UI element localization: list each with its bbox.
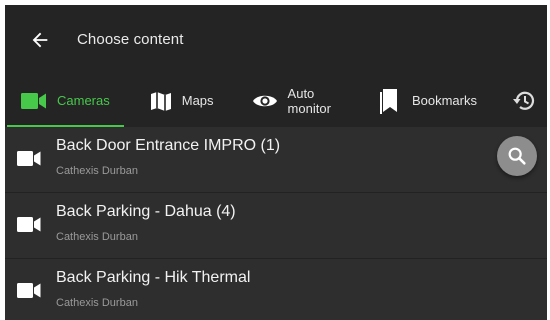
map-icon	[150, 90, 172, 112]
camera-site: Cathexis Durban	[56, 165, 138, 177]
tab-history[interactable]	[511, 74, 547, 127]
tab-cameras[interactable]: Cameras	[7, 74, 124, 127]
page-title: Choose content	[77, 31, 184, 48]
list-item[interactable]: Back Parking - Hik Thermal Cathexis Durb…	[5, 259, 547, 320]
app-window: Choose content Cameras Maps Auto monitor…	[5, 5, 547, 320]
tab-label: Maps	[181, 93, 214, 108]
video-camera-icon	[17, 282, 41, 304]
tab-label: Cameras	[57, 93, 110, 108]
list-item[interactable]: Back Parking - Dahua (4) Cathexis Durban	[5, 193, 547, 259]
camera-site: Cathexis Durban	[56, 297, 138, 309]
camera-name: Back Door Entrance IMPRO (1)	[56, 137, 281, 154]
bookmark-icon	[378, 88, 402, 114]
top-app-bar: Choose content	[5, 5, 547, 74]
tab-bookmarks[interactable]: Bookmarks	[378, 74, 477, 127]
video-camera-icon	[17, 150, 41, 172]
tab-label: Auto monitor	[287, 85, 331, 116]
video-camera-icon	[17, 216, 41, 238]
video-camera-icon	[21, 92, 47, 110]
camera-name: Back Parking - Hik Thermal	[56, 269, 251, 286]
arrow-left-icon	[32, 32, 48, 47]
history-icon	[511, 90, 537, 112]
camera-site: Cathexis Durban	[56, 231, 138, 243]
tab-auto-monitor[interactable]: Auto monitor	[252, 74, 344, 127]
camera-name: Back Parking - Dahua (4)	[56, 203, 236, 220]
list-item[interactable]: Back Door Entrance IMPRO (1) Cathexis Du…	[5, 127, 547, 193]
search-button[interactable]	[497, 136, 537, 176]
eye-icon	[252, 92, 278, 110]
search-icon	[508, 147, 526, 165]
tab-bar: Cameras Maps Auto monitor Bookmarks	[5, 74, 547, 127]
tab-label: Bookmarks	[411, 93, 477, 108]
camera-list: Back Door Entrance IMPRO (1) Cathexis Du…	[5, 127, 547, 320]
tab-maps[interactable]: Maps	[150, 74, 214, 127]
back-button[interactable]	[21, 21, 59, 59]
